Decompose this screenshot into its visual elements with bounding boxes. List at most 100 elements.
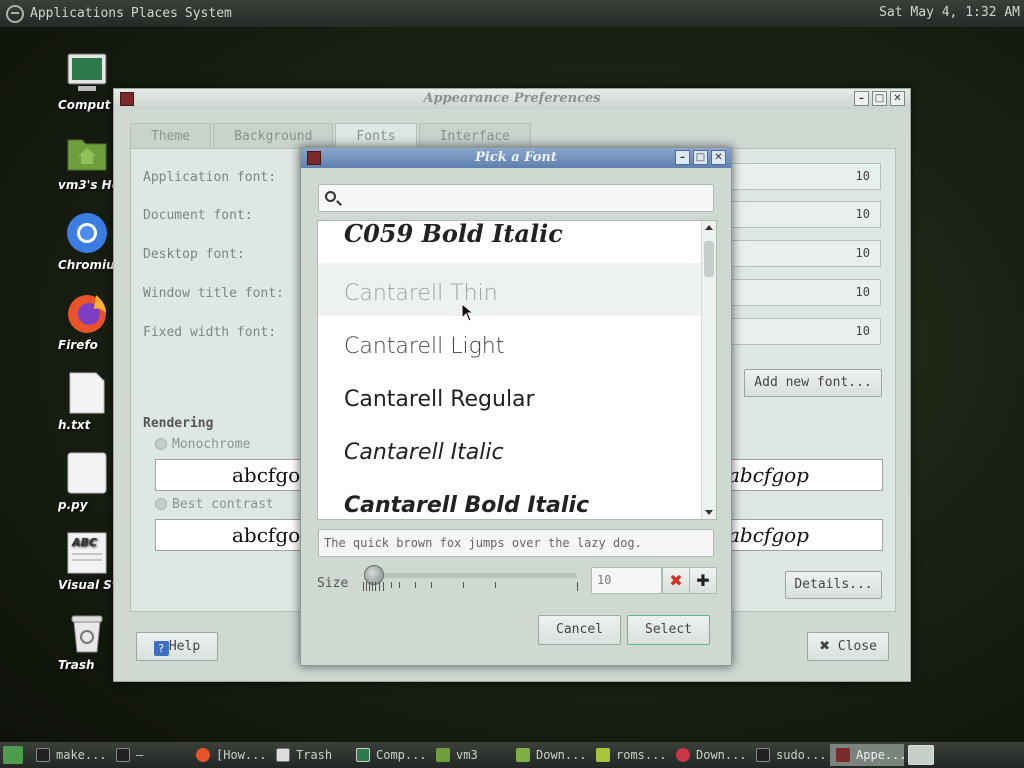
menu-system[interactable]: System (185, 6, 232, 21)
menu-applications[interactable]: Applications (30, 6, 124, 21)
terminal-icon (116, 748, 130, 762)
fixed-width-font-button[interactable]: 10 (731, 318, 881, 345)
size-spin-input[interactable]: 10 (591, 567, 662, 594)
decrease-size-button[interactable]: ✖ (662, 567, 690, 594)
tab-fonts[interactable]: Fonts (335, 123, 417, 148)
appearance-app-icon (120, 92, 134, 106)
tab-theme[interactable]: Theme (130, 123, 212, 148)
subpixel-sample: abcfgop (721, 459, 883, 491)
monochrome-sample: abcfgop (155, 459, 313, 491)
workspace-icon (908, 745, 934, 765)
visual-studio-icon: ABC (66, 532, 108, 574)
font-dialog-close-button[interactable]: ✕ (711, 150, 726, 165)
computer-icon (66, 52, 108, 94)
font-list-item[interactable]: C059 Bold Italic (318, 221, 702, 263)
taskbar-item-sudo[interactable]: sudo... (750, 744, 828, 766)
taskbar-item-terminal[interactable]: – (110, 744, 188, 766)
desktop-icon-chromium[interactable]: Chromiu (30, 212, 115, 272)
font-list-item[interactable]: Cantarell Bold Italic (318, 475, 702, 519)
font-preview-field[interactable]: The quick brown fox jumps over the lazy … (318, 529, 714, 557)
help-icon: ? (153, 641, 169, 656)
top-panel: Applications Places System Sat May 4, 1:… (0, 0, 1024, 27)
taskbar-item-downloads[interactable]: Down... (510, 744, 588, 766)
font-list-item[interactable]: Cantarell Regular (318, 369, 702, 422)
add-new-font-button[interactable]: Add new font... (744, 369, 882, 397)
help-button[interactable]: ? Help (136, 632, 218, 661)
tab-background[interactable]: Background (213, 123, 334, 148)
font-list[interactable]: C059 Bold Italic Cantarell Thin Cantarel… (317, 220, 717, 520)
monochrome-option[interactable]: Monochrome (155, 437, 250, 452)
menu-places[interactable]: Places (131, 6, 178, 21)
best-contrast-radio[interactable] (155, 498, 167, 510)
scroll-up-arrow-icon[interactable] (705, 225, 713, 230)
size-label: Size (317, 576, 349, 591)
details-button[interactable]: Details... (785, 571, 882, 599)
desktop-icon-visual-studio[interactable]: ABC Visual Studi (30, 532, 130, 592)
window-title-font-button[interactable]: 10 (731, 279, 881, 306)
font-dialog-titlebar[interactable]: Pick a Font – □ ✕ (301, 148, 731, 168)
desktop-icon-trash[interactable]: Trash (30, 612, 110, 672)
appearance-titlebar[interactable]: Appearance Preferences – □ ✕ (114, 89, 910, 109)
font-list-item-hovered[interactable]: Cantarell Thin (318, 263, 702, 316)
close-button[interactable]: ✖ Close (807, 632, 889, 661)
search-icon (325, 191, 336, 202)
taskbar-item-download-manager[interactable]: Down... (670, 744, 748, 766)
font-dialog-maximize-button[interactable]: □ (693, 150, 708, 165)
application-font-button[interactable]: 10 (731, 163, 881, 190)
desktop-icon-p-py[interactable]: p.py (30, 452, 110, 512)
distro-logo-icon[interactable] (6, 4, 24, 23)
cancel-button[interactable]: Cancel (538, 615, 621, 645)
select-button[interactable]: Select (627, 615, 710, 645)
application-font-label: Application font: (143, 170, 277, 185)
taskbar-item-appearance[interactable]: Appe... (830, 744, 904, 766)
home-folder-icon (436, 748, 450, 762)
document-font-label: Document font: (143, 208, 253, 223)
tab-strip: Theme Background Fonts Interface (130, 123, 533, 148)
taskbar-item-trash[interactable]: Trash (270, 744, 348, 766)
taskbar-item-vm3[interactable]: vm3 (430, 744, 508, 766)
firefox-icon (196, 748, 210, 762)
python-file-icon (66, 452, 108, 494)
workspace-switcher[interactable] (906, 744, 936, 766)
font-search-box[interactable] (318, 184, 714, 212)
monochrome-radio[interactable] (155, 438, 167, 450)
maximize-button[interactable]: □ (872, 91, 887, 106)
archive-icon (596, 748, 610, 762)
increase-size-button[interactable]: ✚ (689, 567, 717, 594)
mouse-cursor-icon (461, 303, 475, 322)
font-list-scrollbar[interactable] (701, 221, 716, 519)
desktop-font-label: Desktop font: (143, 247, 245, 262)
font-dialog-minimize-button[interactable]: – (675, 150, 690, 165)
scroll-down-arrow-icon[interactable] (705, 510, 713, 515)
font-search-input[interactable] (343, 188, 703, 208)
show-desktop-button[interactable] (0, 744, 28, 766)
desktop-icon-h-txt[interactable]: h.txt (30, 372, 110, 432)
desktop-font-button[interactable]: 10 (731, 240, 881, 267)
taskbar-item-roms[interactable]: roms... (590, 744, 668, 766)
taskbar-item-firefox[interactable]: [How... (190, 744, 268, 766)
show-desktop-icon (3, 746, 23, 764)
rendering-heading: Rendering (143, 416, 214, 431)
font-dialog-app-icon (307, 151, 321, 165)
minimize-button[interactable]: – (854, 91, 869, 106)
desktop-icon-computer[interactable]: Comput (30, 52, 110, 112)
tab-interface[interactable]: Interface (418, 123, 532, 148)
computer-icon (356, 748, 370, 762)
font-list-item[interactable]: Cantarell Light (318, 316, 702, 369)
clock[interactable]: Sat May 4, 1:32 AM (879, 5, 1020, 20)
taskbar: make... – [How... Trash Comp... vm3 Down… (0, 742, 1024, 768)
taskbar-item-computer[interactable]: Comp... (350, 744, 428, 766)
chromium-icon (66, 212, 108, 254)
taskbar-item-make[interactable]: make... (30, 744, 108, 766)
desktop-icon-firefox[interactable]: Firefo (30, 292, 110, 352)
size-slider-track[interactable] (373, 573, 577, 578)
document-font-button[interactable]: 10 (731, 201, 881, 228)
window-title: Appearance Preferences (423, 91, 601, 106)
scrollbar-thumb[interactable] (704, 241, 714, 277)
desktop-icon-home[interactable]: vm3's Ho (30, 132, 120, 192)
close-window-button[interactable]: ✕ (890, 91, 905, 106)
font-list-item[interactable]: Cantarell Italic (318, 422, 702, 475)
best-contrast-option[interactable]: Best contrast (155, 497, 274, 512)
window-title-font-label: Window title font: (143, 286, 284, 301)
firefox-icon (66, 292, 108, 334)
